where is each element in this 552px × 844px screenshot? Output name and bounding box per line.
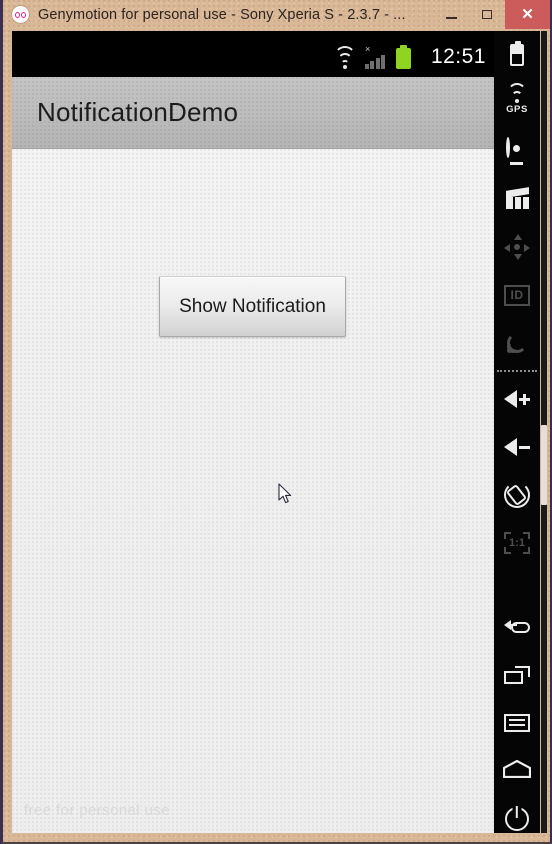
rotate-screen-icon [504, 482, 530, 508]
back-arrow-icon [504, 619, 530, 635]
maximize-button[interactable] [469, 0, 505, 29]
battery-icon [510, 41, 524, 66]
rotate-button[interactable] [494, 471, 540, 519]
scale-label: 1:1 [509, 537, 525, 549]
volume-up-icon [504, 390, 530, 408]
network-signal-icon [507, 333, 527, 353]
volume-up-button[interactable] [494, 375, 540, 423]
status-bar-clock: 12:51 [430, 45, 486, 68]
scale-1-1-icon: 1:1 [504, 532, 530, 554]
window-title-bar[interactable]: Genymotion for personal use - Sony Xperi… [3, 0, 550, 29]
no-sim-cross-icon: × [364, 44, 371, 54]
home-icon [502, 759, 532, 783]
accelerometer-icon [504, 234, 530, 260]
app-title: NotificationDemo [37, 97, 239, 127]
toolbar-separator [497, 370, 537, 372]
gps-widget[interactable]: GPS [494, 79, 540, 127]
recent-apps-icon [504, 666, 530, 684]
wifi-icon [333, 46, 356, 69]
network-widget[interactable] [494, 319, 540, 367]
home-button[interactable] [494, 747, 540, 795]
android-screen: × 12:51 NotificationDemo Show Notificati… [12, 31, 494, 833]
clapperboard-icon [505, 187, 529, 209]
gps-icon: GPS [506, 83, 528, 115]
window-title: Genymotion for personal use - Sony Xperi… [38, 6, 406, 23]
genymotion-logo-icon [12, 6, 29, 23]
toolbar-scrollbar[interactable] [541, 31, 547, 833]
genymotion-tool-strip: GPS ID 1:1 [494, 31, 540, 833]
app-content-area: Show Notification free for personal use [12, 149, 494, 833]
camera-widget[interactable] [494, 127, 540, 175]
menu-icon [504, 714, 530, 732]
menu-button[interactable] [494, 699, 540, 747]
genymotion-window: Genymotion for personal use - Sony Xperi… [0, 0, 552, 844]
android-status-bar: × 12:51 [12, 31, 494, 77]
battery-widget[interactable] [494, 31, 540, 79]
id-icon: ID [504, 284, 530, 306]
show-notification-button[interactable]: Show Notification [159, 276, 346, 337]
app-action-bar: NotificationDemo [12, 77, 494, 149]
accelerometer-widget[interactable] [494, 223, 540, 271]
close-button[interactable]: ✕ [505, 0, 550, 29]
mouse-cursor [278, 483, 292, 504]
volume-down-button[interactable] [494, 423, 540, 471]
video-capture-widget[interactable] [494, 175, 540, 223]
window-controls: ✕ [433, 0, 550, 29]
power-button[interactable] [494, 795, 540, 833]
scale-one-to-one-button[interactable]: 1:1 [494, 519, 540, 567]
gps-label: GPS [506, 104, 528, 115]
minimize-button[interactable] [433, 0, 469, 29]
volume-down-icon [504, 438, 530, 456]
identifiers-widget[interactable]: ID [494, 271, 540, 319]
free-for-personal-use-watermark: free for personal use [24, 802, 170, 819]
recent-apps-button[interactable] [494, 651, 540, 699]
power-icon [505, 805, 529, 831]
battery-icon [395, 45, 411, 69]
webcam-icon [506, 137, 528, 165]
toolbar-scrollbar-thumb[interactable] [541, 425, 547, 505]
signal-bars-no-sim-icon: × [364, 44, 387, 69]
back-button[interactable] [494, 603, 540, 651]
